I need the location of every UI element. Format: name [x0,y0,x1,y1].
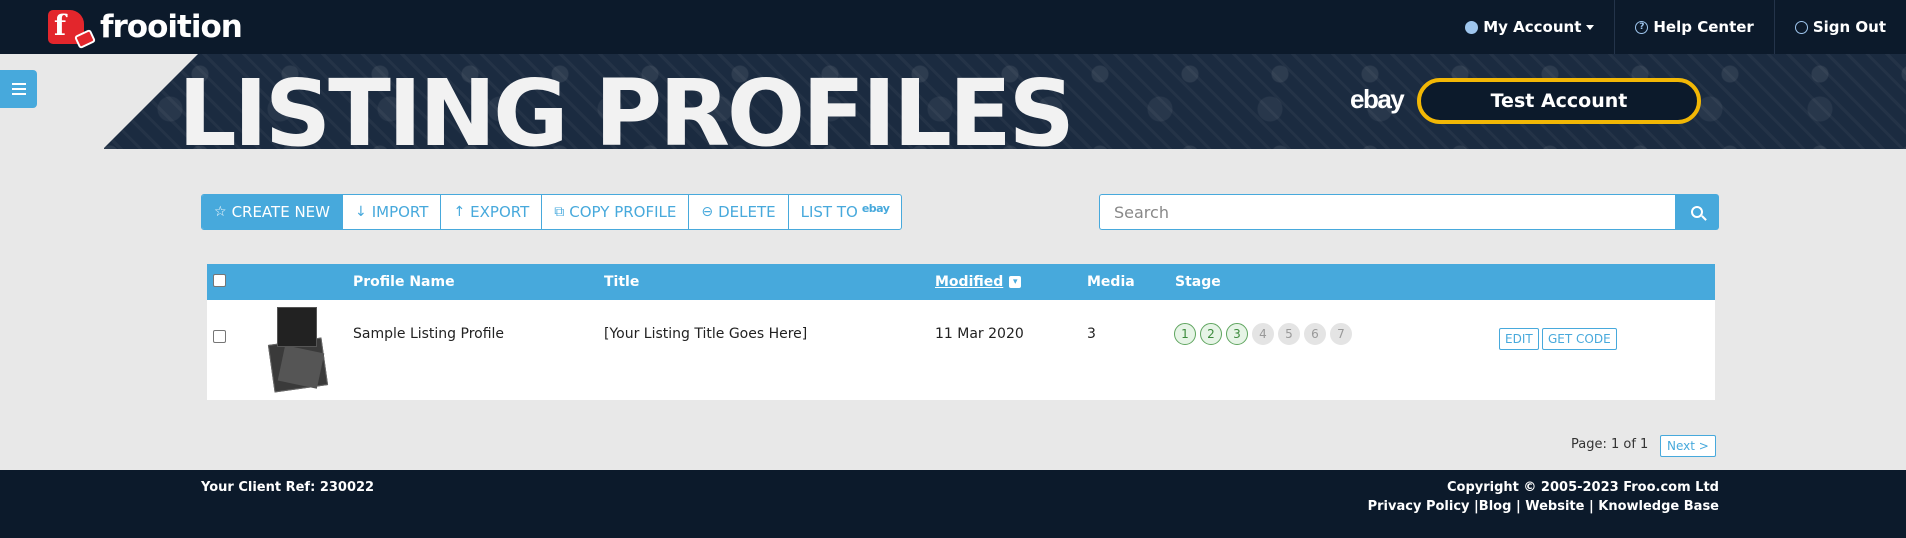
edit-button[interactable]: EDIT [1499,328,1539,350]
column-media: Media [1087,274,1135,290]
help-center-label: Help Center [1653,18,1754,36]
arrow-down-icon: ↓ [354,204,367,220]
stage-4-indicator: 4 [1252,323,1274,345]
sort-desc-icon: ▾ [1009,276,1022,288]
sign-out-link[interactable]: Sign Out [1773,0,1906,54]
arrow-up-icon: ↑ [453,204,466,220]
knowledge-base-link[interactable]: Knowledge Base [1598,499,1719,514]
top-navbar: f frooition My Account ? Help Center Sig… [0,0,1906,54]
copy-icon: ⧉ [554,204,565,220]
help-center-link[interactable]: ? Help Center [1614,0,1773,54]
create-new-button[interactable]: ☆ CREATE NEW [202,195,342,229]
user-outline-icon [1794,20,1808,34]
next-page-button[interactable]: Next > [1660,435,1716,457]
ebay-mini-logo: ebay [861,201,890,215]
row-title: [Your Listing Title Goes Here] [604,326,808,342]
star-icon: ☆ [214,204,227,220]
search-button[interactable] [1675,194,1719,230]
hamburger-icon [11,83,26,85]
delete-button[interactable]: ⊖ DELETE [688,195,787,229]
column-stage: Stage [1175,274,1221,290]
export-button[interactable]: ↑ EXPORT [440,195,541,229]
export-label: EXPORT [470,203,530,221]
row-modified: 11 Mar 2020 [935,326,1024,342]
page-banner: LISTING PROFILES ebay Test Account [0,54,1906,149]
stage-progress: 1234567 [1174,323,1352,345]
ebay-logo: ebay [1350,84,1405,114]
row-checkbox[interactable] [213,330,226,343]
stage-3-indicator: 3 [1226,323,1248,345]
search-bar [1099,194,1719,230]
product-thumbnail [267,307,329,395]
stage-1-indicator: 1 [1174,323,1196,345]
column-title: Title [604,274,640,290]
column-modified-label: Modified [935,274,1004,290]
stage-5-indicator: 5 [1278,323,1300,345]
page-title: LISTING PROFILES [178,60,1075,150]
stage-2-indicator: 2 [1200,323,1222,345]
profiles-table: Profile Name Title Modified ▾ Media Stage… [207,264,1715,400]
row-profile-name[interactable]: Sample Listing Profile [353,325,504,343]
list-to-ebay-button[interactable]: LIST TO ebay [787,195,902,229]
row-media: 3 [1087,326,1096,342]
sidebar-toggle-button[interactable] [0,70,37,108]
table-row: Sample Listing Profile [Your Listing Tit… [207,300,1715,400]
get-code-button[interactable]: GET CODE [1542,328,1617,350]
frooition-logo[interactable]: f frooition [48,8,243,50]
top-nav: My Account ? Help Center Sign Out [1445,0,1906,54]
copyright: Copyright © 2005-2023 Froo.com Ltd [1446,480,1719,495]
select-all-checkbox[interactable] [213,274,226,287]
question-circle-icon: ? [1635,20,1649,34]
my-account-menu[interactable]: My Account [1445,0,1614,54]
search-icon [1691,206,1703,218]
table-header: Profile Name Title Modified ▾ Media Stage [207,264,1715,300]
account-selector[interactable]: Test Account [1417,78,1701,124]
client-ref: Your Client Ref: 230022 [201,480,375,495]
import-button[interactable]: ↓ IMPORT [341,195,440,229]
footer: Your Client Ref: 230022 Copyright © 2005… [0,470,1906,538]
stage-7-indicator: 7 [1330,323,1352,345]
my-account-label: My Account [1483,18,1582,36]
import-label: IMPORT [371,203,429,221]
logo-mark-icon: f [48,10,97,50]
copy-profile-label: COPY PROFILE [569,203,677,221]
user-circle-icon [1465,20,1479,34]
column-modified[interactable]: Modified ▾ [935,264,1022,300]
column-profile-name: Profile Name [353,274,455,290]
copy-profile-button[interactable]: ⧉ COPY PROFILE [541,195,688,229]
logo-text: frooition [100,9,243,45]
search-input[interactable] [1099,194,1675,230]
sign-out-label: Sign Out [1812,18,1886,36]
footer-links: Privacy Policy |Blog | Website | Knowled… [1367,499,1719,514]
privacy-policy-link[interactable]: Privacy Policy [1368,499,1470,514]
blog-link[interactable]: Blog [1479,499,1512,514]
website-link[interactable]: Website [1525,499,1584,514]
pagination-label: Page: 1 of 1 [1571,437,1649,452]
caret-down-icon [1586,24,1595,30]
create-new-label: CREATE NEW [231,203,330,221]
list-to-label: LIST TO [800,203,858,221]
delete-label: DELETE [718,203,776,221]
profile-toolbar: ☆ CREATE NEW ↓ IMPORT ↑ EXPORT ⧉ COPY PR… [201,194,903,230]
minus-circle-icon: ⊖ [701,204,714,220]
stage-6-indicator: 6 [1304,323,1326,345]
